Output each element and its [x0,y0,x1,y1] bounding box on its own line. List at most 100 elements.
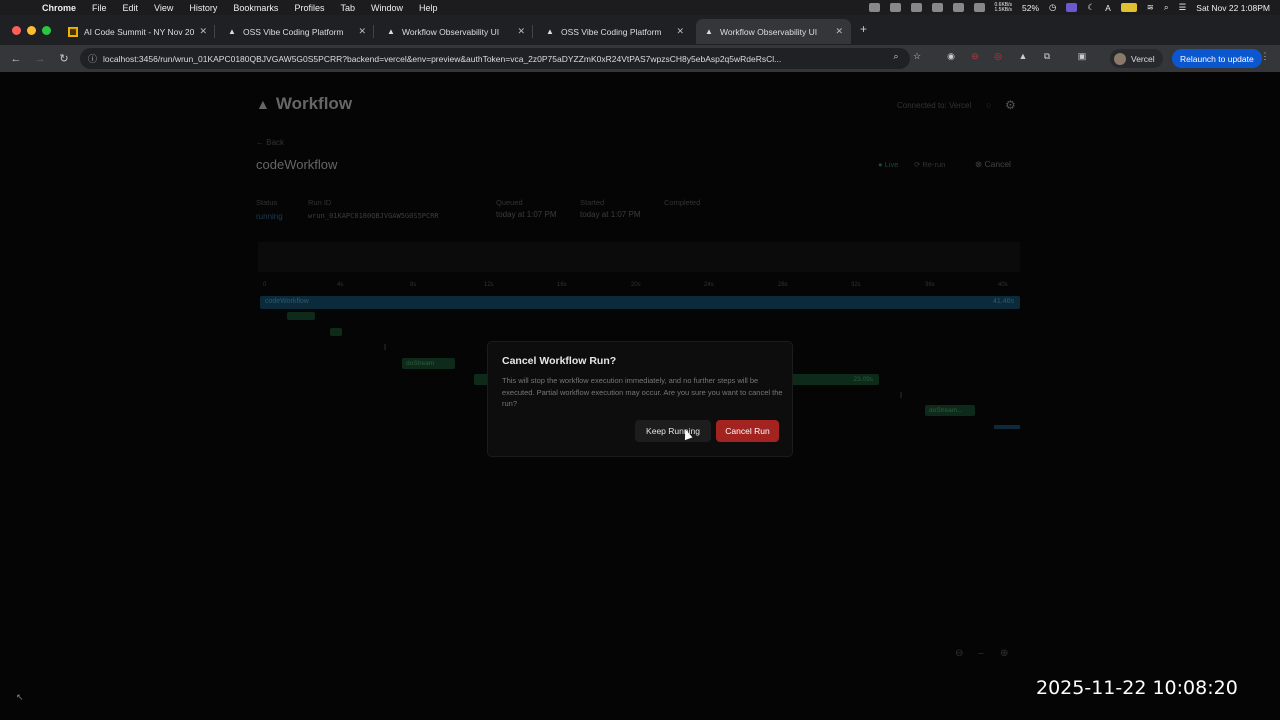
keep-running-button[interactable]: Keep Running [635,420,711,442]
screen-mirror-icon[interactable] [1066,3,1078,12]
corner-cursor-icon: ↖ [16,692,24,702]
back-arrow-icon[interactable]: ← [8,53,24,65]
completed-label: Completed [664,198,701,207]
live-indicator: ● Live [878,160,899,169]
status-app-icon[interactable] [868,3,880,12]
step-span-bar[interactable]: doStream... [925,405,975,416]
cancel-run-dialog: Cancel Workflow Run? This will stop the … [487,341,793,457]
step-span-bar[interactable]: doStream [402,358,455,369]
step-span-bar[interactable] [994,425,1020,429]
rerun-button[interactable]: ⟳ Re-run [914,160,945,169]
cancel-run-button[interactable]: ⊗ Cancel [975,159,1011,170]
status-app-icon[interactable] [973,3,985,12]
close-tab-icon[interactable]: ✕ [358,26,366,37]
time-tick: 16s [557,282,567,288]
close-tab-icon[interactable]: ✕ [835,26,843,37]
time-tick: 28s [778,282,788,288]
control-center-icon[interactable]: ☰ [1179,2,1187,13]
cancel-run-confirm-button[interactable]: Cancel Run [716,420,779,442]
runid-value: wrun_01KAPC0180QBJVGAW5G0S5PCRR [308,212,439,220]
more-menu-icon[interactable]: ⋮ [1258,51,1272,62]
close-tab-icon[interactable]: ✕ [517,26,525,37]
profile-button[interactable]: Vercel [1110,49,1163,68]
menu-tab[interactable]: Tab [340,3,355,13]
tab-oss-vibe-coding-1[interactable]: ▲ OSS Vibe Coding Platform ✕ [219,19,374,44]
menu-edit[interactable]: Edit [123,3,139,13]
browser-toolbar: ← → ↻ ⓘ localhost:3456/run/wrun_01KAPC01… [0,45,1280,72]
forward-arrow-icon[interactable]: → [32,53,48,65]
status-app-icon[interactable] [889,3,901,12]
time-tick: 8s [410,282,417,288]
clock-icon[interactable]: ◷ [1049,2,1056,13]
network-speed: 0.6KB/s 1.5KB/s [994,1,1013,13]
step-marker [384,344,386,350]
workflow-logo-icon: ▲ [256,96,270,112]
zoom-in-icon[interactable]: ⊕ [1000,648,1008,659]
step-span-bar[interactable] [287,312,315,320]
connection-indicator-icon: ○ [986,100,992,110]
status-badge: running [256,212,283,221]
tab-ai-code-summit[interactable]: ▦ AI Code Summit - NY Nov 20 ✕ [60,19,215,44]
new-tab-icon[interactable]: + [860,22,867,36]
menubar-datetime[interactable]: Sat Nov 22 1:08PM [1196,3,1270,13]
wifi-icon[interactable]: ≋ [1147,2,1154,13]
workflow-span-bar[interactable]: codeWorkflow 41.46s [260,296,1020,309]
vercel-extension-icon[interactable]: ▲ [1016,51,1030,61]
bookmark-star-icon[interactable]: ☆ [910,51,924,62]
back-link[interactable]: ← Back [256,138,284,147]
zoom-window-button[interactable] [42,26,51,35]
settings-gear-icon[interactable]: ⚙ [1005,98,1016,112]
step-span-bar[interactable] [330,328,342,336]
address-bar[interactable]: ⓘ localhost:3456/run/wrun_01KAPC0180QBJV… [80,48,910,69]
extensions-puzzle-icon[interactable]: ⧉ [1040,51,1054,62]
relaunch-button[interactable]: Relaunch to update [1172,49,1262,68]
reload-icon[interactable]: ↻ [56,52,72,65]
status-label: Status [256,198,278,207]
close-window-button[interactable] [12,26,21,35]
menu-bookmarks[interactable]: Bookmarks [233,3,278,13]
menu-view[interactable]: View [154,3,173,13]
dialog-body: This will stop the workflow execution im… [502,376,783,408]
dialog-title: Cancel Workflow Run? [502,355,617,367]
input-source-icon[interactable]: A [1105,3,1111,13]
time-tick: 20s [631,282,641,288]
status-app-icon[interactable] [910,3,922,12]
queued-label: Queued [496,198,523,207]
menu-help[interactable]: Help [419,3,438,13]
menu-window[interactable]: Window [371,3,403,13]
side-panel-icon[interactable]: ▣ [1075,51,1089,62]
menu-profiles[interactable]: Profiles [294,3,324,13]
tab-workflow-observability-active[interactable]: ▲ Workflow Observability UI ✕ [696,19,851,44]
time-tick: 4s [337,282,344,288]
close-tab-icon[interactable]: ✕ [199,26,207,37]
extension-icon[interactable]: ◉ [944,51,958,62]
workflow-span-label: codeWorkflow [265,298,309,305]
menu-file[interactable]: File [92,3,107,13]
tab-oss-vibe-coding-2[interactable]: ▲ OSS Vibe Coding Platform ✕ [537,19,692,44]
zoom-icon[interactable]: ⌕ [889,51,903,62]
time-tick: 32s [851,282,861,288]
time-tick: 24s [704,282,714,288]
moon-icon[interactable]: ☾ [1087,2,1095,13]
zoom-out-icon[interactable]: ⊖ [955,648,963,659]
vercel-triangle-icon: ▲ [387,26,395,36]
recording-timestamp: 2025-11-22 10:08:20 [1036,677,1238,699]
timeline-minimap[interactable] [258,242,1020,272]
runid-label: Run ID [308,198,332,207]
close-tab-icon[interactable]: ✕ [676,26,684,37]
site-info-icon[interactable]: ⓘ [88,52,97,65]
extension-icon[interactable]: ⊖ [968,51,982,62]
tab-workflow-observability-1[interactable]: ▲ Workflow Observability UI ✕ [378,19,533,44]
spotlight-search-icon[interactable]: ⌕ [1164,2,1169,13]
step-marker [900,392,902,398]
extension-icon[interactable]: ◎ [991,51,1005,62]
battery-icon[interactable] [1120,3,1137,12]
status-app-icon[interactable] [952,3,964,12]
status-app-icon[interactable] [931,3,943,12]
menu-app-name[interactable]: Chrome [42,3,76,13]
zoom-separator-icon: – [978,648,984,659]
time-tick: 40s [998,282,1008,288]
menu-history[interactable]: History [189,3,217,13]
started-value: today at 1:07 PM [580,210,641,219]
minimize-window-button[interactable] [27,26,36,35]
